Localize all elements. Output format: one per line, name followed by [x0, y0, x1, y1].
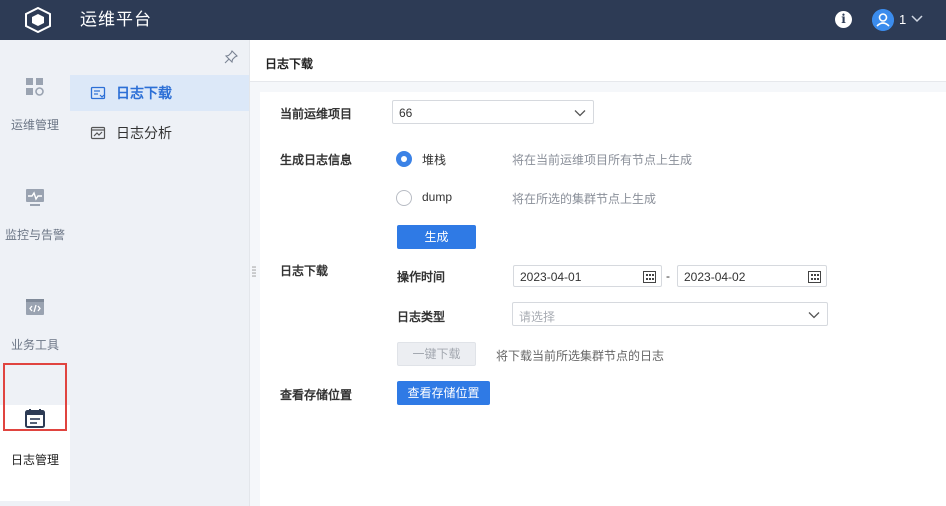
generate-button[interactable]: 生成	[397, 225, 476, 249]
log-type-select[interactable]: 请选择	[512, 302, 828, 326]
calendar-icon	[808, 271, 821, 283]
user-name[interactable]: 1	[899, 12, 906, 27]
selection-highlight	[3, 363, 67, 431]
top-bar: 运维平台 i 1	[0, 0, 946, 40]
project-select[interactable]: 66	[392, 100, 594, 124]
operation-time-label: 操作时间	[397, 270, 446, 284]
generate-log-label: 生成日志信息	[280, 153, 353, 167]
chevron-down-icon	[808, 312, 820, 319]
resize-handle-icon[interactable]	[252, 265, 256, 279]
cube-logo-icon	[25, 7, 51, 33]
rail-item-label: 监控与告警	[4, 228, 65, 242]
radio-dump-hint: 将在所选的集群节点上生成	[512, 192, 657, 206]
log-type-placeholder: 请选择	[519, 310, 556, 324]
dashboard-icon	[26, 78, 44, 96]
page-header: 日志下载	[250, 40, 946, 82]
log-analysis-icon	[90, 126, 106, 140]
monitor-icon	[26, 189, 44, 206]
log-type-label: 日志类型	[397, 310, 446, 324]
subnav-item-label: 日志下载	[116, 85, 172, 101]
rail-item-monitor[interactable]: 监控与告警	[0, 186, 70, 266]
one-click-download-button[interactable]: 一键下载	[397, 342, 476, 366]
view-storage-button[interactable]: 查看存储位置	[397, 381, 490, 405]
chevron-down-icon	[574, 110, 586, 117]
page-title: 日志下载	[265, 57, 314, 71]
end-date-value: 2023-04-02	[684, 270, 746, 284]
radio-stack[interactable]	[396, 151, 412, 167]
start-date-input[interactable]: 2023-04-01	[513, 265, 662, 287]
code-icon	[26, 299, 44, 315]
info-icon[interactable]: i	[835, 11, 852, 28]
log-download-icon	[90, 86, 106, 100]
rail-item-label: 运维管理	[10, 118, 59, 132]
subnav-item-log-download[interactable]: 日志下载	[70, 75, 249, 111]
primary-rail: 运维管理 监控与告警 业务工具 日志管理	[0, 40, 70, 506]
log-download-label: 日志下载	[280, 264, 329, 278]
date-range-separator: -	[666, 269, 670, 283]
pin-icon[interactable]	[224, 50, 238, 64]
radio-stack-label[interactable]: 堆栈	[422, 151, 446, 168]
rail-item-ops[interactable]: 运维管理	[0, 76, 70, 156]
project-label: 当前运维项目	[280, 107, 353, 121]
app-title: 运维平台	[80, 10, 152, 29]
subnav-item-label: 日志分析	[116, 125, 172, 141]
chevron-down-icon[interactable]	[910, 12, 924, 26]
start-date-value: 2023-04-01	[520, 270, 582, 284]
rail-item-label: 日志管理	[10, 453, 59, 467]
rail-item-label: 业务工具	[10, 338, 59, 352]
radio-dump-label[interactable]: dump	[422, 190, 452, 204]
user-avatar-icon[interactable]	[872, 9, 894, 31]
subnav-item-log-analysis[interactable]: 日志分析	[70, 115, 249, 151]
end-date-input[interactable]: 2023-04-02	[677, 265, 827, 287]
calendar-icon	[643, 271, 656, 283]
radio-dump[interactable]	[396, 190, 412, 206]
project-select-value: 66	[399, 106, 413, 120]
one-click-download-hint: 将下载当前所选集群节点的日志	[496, 349, 665, 363]
radio-stack-hint: 将在当前运维项目所有节点上生成	[512, 153, 693, 167]
storage-location-label: 查看存储位置	[280, 388, 353, 402]
